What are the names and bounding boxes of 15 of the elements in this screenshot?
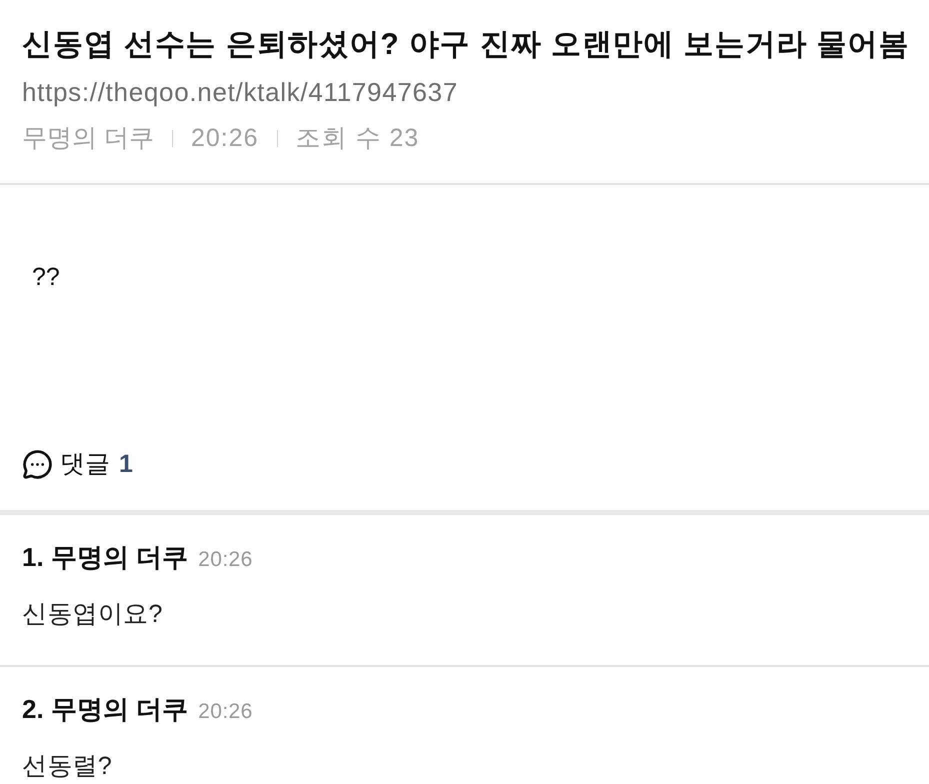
comment-text: 신동엽이요? [22,599,164,630]
post-url: https://theqoo.net/ktalk/4117947637 [22,76,460,109]
comments-label: 댓글 [60,449,110,480]
comment-time: 20:26 [198,699,253,725]
post-body: ?? [32,262,61,293]
comment-time: 20:26 [198,547,253,573]
comment-icon [22,448,53,480]
comment-count: 1 [119,449,133,480]
meta-text: 20:26 [190,123,259,154]
author-name: 무명의 더쿠 [22,123,154,154]
comment-text: 선동렬? [22,751,114,782]
meta-text: 조회 수 23 [296,123,420,154]
comment-author: 1. 무명의 더쿠 [22,541,188,574]
comment-author: 2. 무명의 더쿠 [22,693,188,726]
post-title: 신동엽 선수는 은퇴하셨어? 야구 진짜 오랜만에 보는거라 물어봄 [22,27,910,63]
